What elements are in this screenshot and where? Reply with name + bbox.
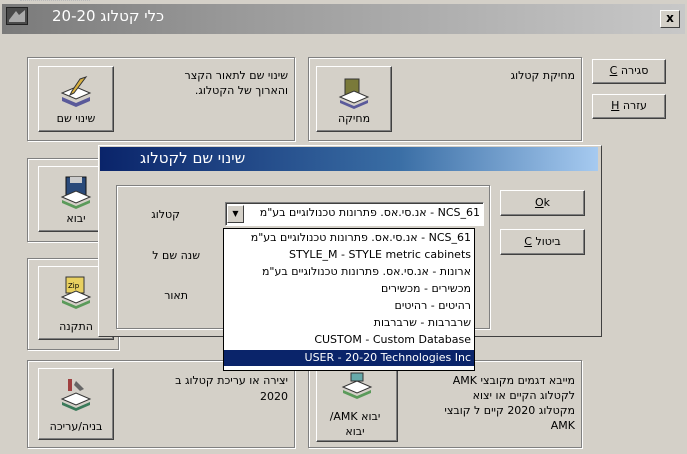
close-button[interactable]: סגירה C: [592, 59, 666, 84]
close-icon[interactable]: x: [660, 10, 680, 28]
import-amk-desc-2: לקטלוג הקיים או יצוא: [472, 389, 575, 402]
trash-icon: [338, 78, 370, 109]
help-button-label: עזרה: [622, 99, 647, 112]
rename-tile-label: שינוי שם: [56, 112, 96, 125]
import-amk-desc-4: AMK: [550, 419, 575, 432]
catalog-option[interactable]: רהיטים - רהיטים: [224, 298, 474, 314]
app-icon: [6, 7, 28, 25]
ok-button[interactable]: Ok: [500, 190, 585, 216]
catalog-label: קטלוג: [151, 208, 180, 221]
ok-button-hotkey: O: [534, 196, 544, 209]
catalog-combo-value: NCS_61 - אנ.סי.אס. פתרונות טכנולוגיים בע…: [259, 206, 480, 219]
rename-tile-button[interactable]: שינוי שם: [38, 66, 114, 132]
chevron-down-icon[interactable]: ▼: [227, 205, 244, 223]
delete-desc-1: מחיקת קטלוג: [510, 69, 575, 82]
cancel-button-label: ביטול: [535, 235, 561, 248]
svg-text:Zip: Zip: [68, 282, 80, 290]
catalog-option[interactable]: NCS_61 - אנ.סי.אס. פתרונות טכנולוגיים בע…: [224, 230, 474, 246]
build-desc-1: יצירה או עריכת קטלוג ב: [175, 374, 288, 387]
delete-tile-label: מחיקה: [337, 112, 371, 125]
import-amk-desc-1: מייבא דגמים מקובצי AMK: [452, 374, 575, 387]
import-amk-desc-3: מקטלוג 2020 קיים ל קובצי: [444, 404, 575, 417]
import-amk-label-2: יבוא: [345, 425, 365, 438]
catalog-option-selected[interactable]: USER - 20-20 Technologies Inc: [224, 350, 474, 366]
delete-tile-button[interactable]: מחיקה: [316, 66, 392, 132]
help-button[interactable]: עזרה H: [592, 94, 666, 119]
amk-icon: [341, 372, 373, 399]
build-tile-button[interactable]: בניה/עריכה: [38, 368, 114, 440]
catalog-option[interactable]: STYLE_M - STYLE metric cabinets: [224, 247, 474, 263]
rename-icon: [60, 76, 92, 107]
ok-button-label: k: [543, 196, 551, 209]
help-button-hotkey: H: [611, 99, 620, 112]
build-desc-2: 2020: [260, 390, 288, 403]
catalog-option[interactable]: ארונות - אנ.סי.אס. פתרונות טכנולוגיים בע…: [224, 264, 474, 280]
window-title: כלי קטלוג 20-20: [52, 7, 165, 25]
import-amk-label-1: יבוא AMK/: [329, 410, 381, 423]
import-amk-tile-button[interactable]: יבוא AMK/ יבוא: [316, 368, 398, 442]
cancel-button[interactable]: ביטול C: [500, 229, 585, 255]
year-label: שנה שם ל: [152, 249, 200, 262]
build-tile-label: בניה/עריכה: [49, 420, 103, 433]
catalog-option[interactable]: שרברבות - שרברבות: [224, 315, 474, 331]
rename-dialog-title: שינוי שם לקטלוג: [140, 149, 246, 167]
cancel-button-hotkey: C: [524, 235, 532, 248]
close-button-label: סגירה: [620, 64, 649, 77]
catalog-option[interactable]: CUSTOM - Custom Database: [224, 332, 474, 348]
desc-label: תאור: [164, 289, 188, 302]
floppy-icon: [60, 176, 92, 209]
rename-desc-2: והארוך של הקטלוג.: [194, 84, 288, 97]
rename-desc-1: שינוי שם לתאור הקצר: [184, 69, 288, 82]
zip-icon: Zip: [60, 276, 92, 309]
tools-icon: [60, 379, 92, 411]
close-button-hotkey: C: [609, 64, 618, 77]
catalog-dropdown-list: NCS_61 - אנ.סי.אס. פתרונות טכנולוגיים בע…: [223, 228, 475, 371]
catalog-option[interactable]: מכשירים - מכשירים: [224, 281, 474, 297]
